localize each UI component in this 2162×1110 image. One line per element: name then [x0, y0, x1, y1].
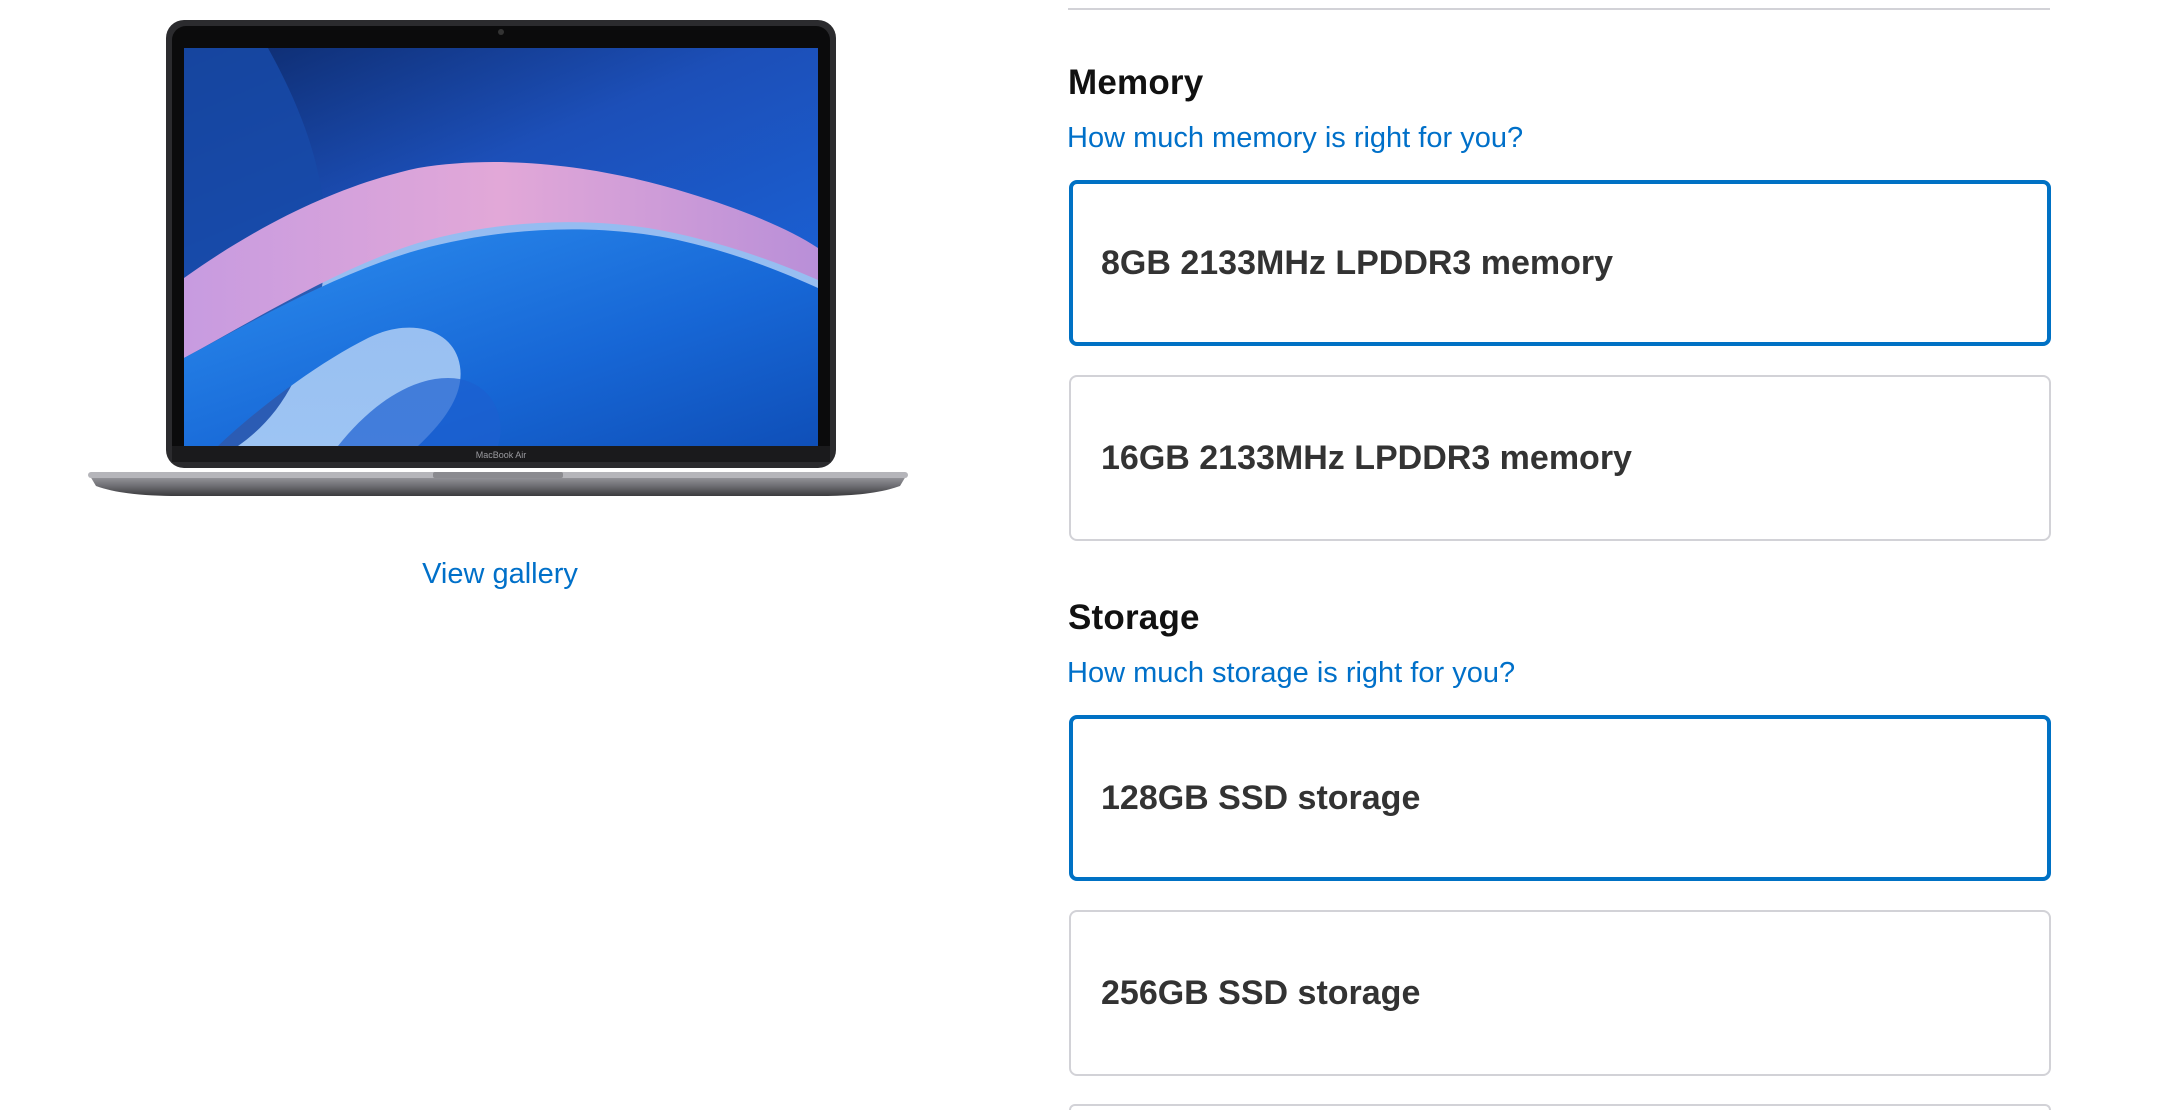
storage-help-link[interactable]: How much storage is right for you?: [1067, 657, 1515, 690]
storage-option-next[interactable]: [1069, 1104, 2051, 1110]
storage-option-128gb[interactable]: 128GB SSD storage: [1069, 715, 2051, 881]
storage-option-label: 128GB SSD storage: [1101, 778, 1421, 817]
memory-option-8gb[interactable]: 8GB 2133MHz LPDDR3 memory: [1069, 180, 2051, 346]
view-gallery-link[interactable]: View gallery: [300, 558, 700, 591]
section-divider: [1068, 8, 2050, 10]
memory-option-label: 16GB 2133MHz LPDDR3 memory: [1101, 438, 1632, 477]
product-image: MacBook Air: [88, 20, 908, 496]
product-config-page: MacBook Air View gallery Memory How much…: [0, 0, 2162, 1110]
memory-help-link[interactable]: How much memory is right for you?: [1067, 122, 1523, 155]
memory-option-label: 8GB 2133MHz LPDDR3 memory: [1101, 243, 1614, 282]
storage-option-label: 256GB SSD storage: [1101, 973, 1421, 1012]
laptop-logo-text: MacBook Air: [476, 450, 527, 460]
storage-section-title: Storage: [1068, 598, 1200, 637]
memory-option-16gb[interactable]: 16GB 2133MHz LPDDR3 memory: [1069, 375, 2051, 541]
memory-section-title: Memory: [1068, 63, 1204, 102]
storage-option-256gb[interactable]: 256GB SSD storage: [1069, 910, 2051, 1076]
